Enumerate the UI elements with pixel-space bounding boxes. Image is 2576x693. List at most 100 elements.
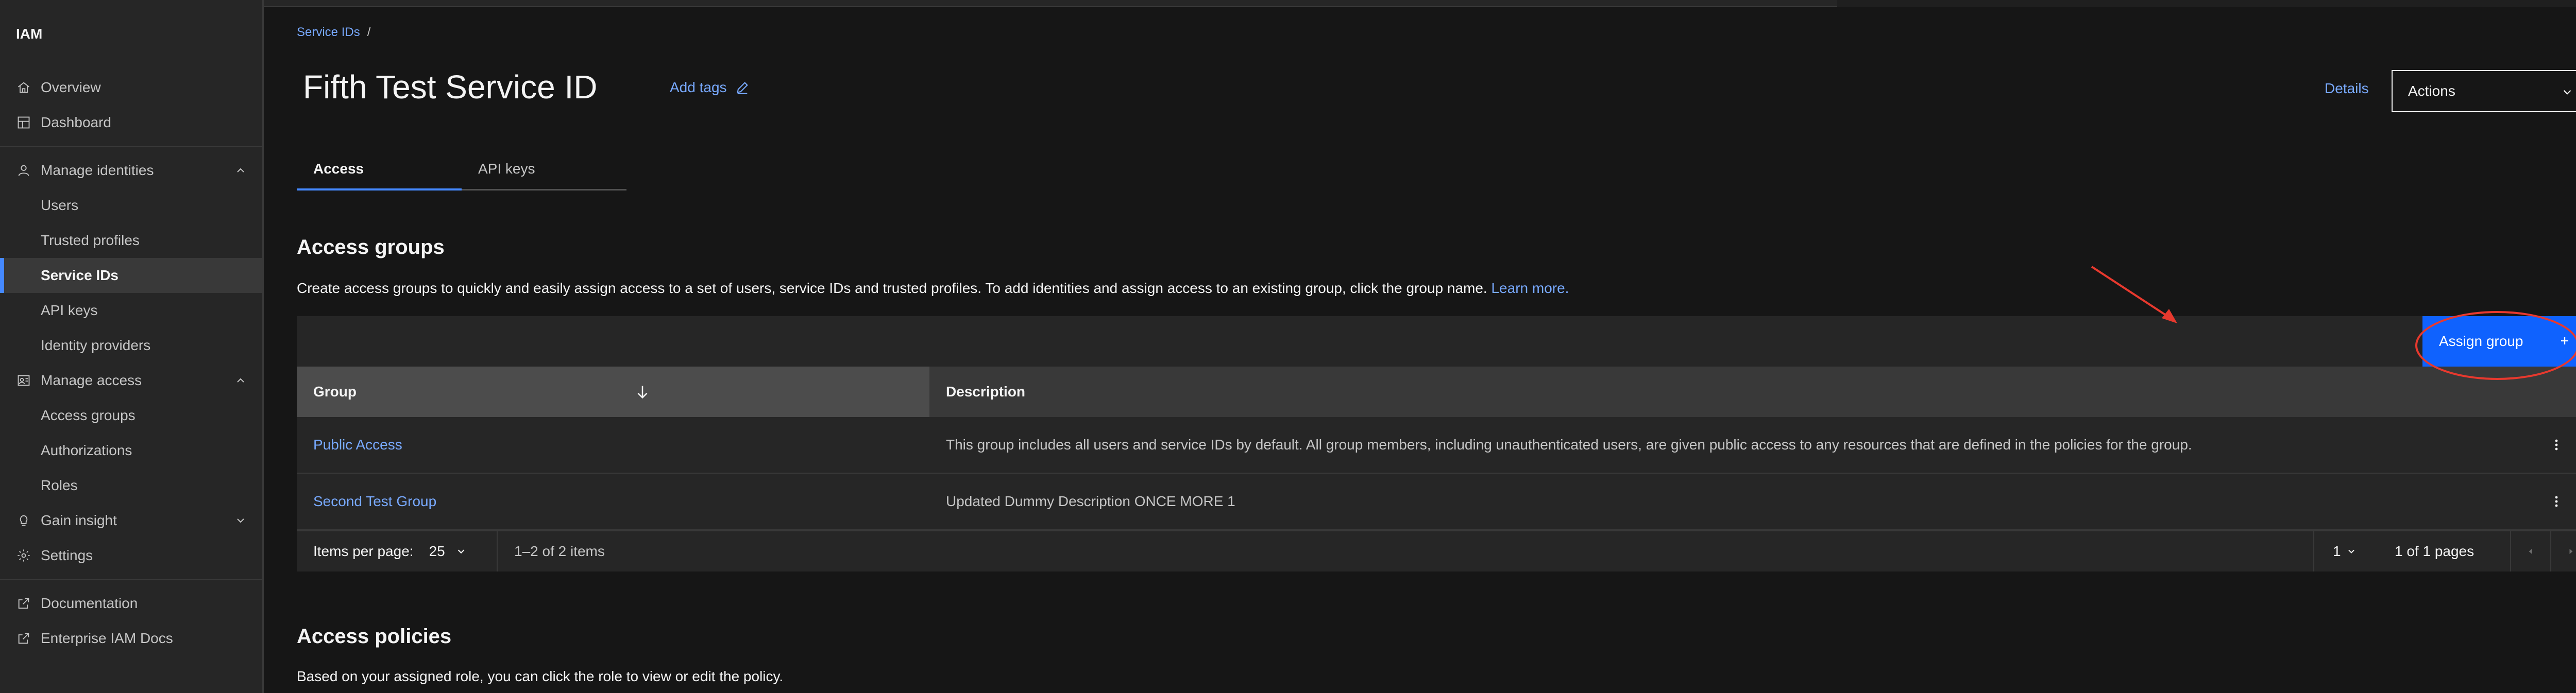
- lightbulb-icon: [16, 513, 31, 528]
- chevron-down-icon: [457, 549, 464, 554]
- sidebar-item-manage-identities[interactable]: Manage identities: [0, 153, 262, 188]
- top-bar: [264, 0, 2576, 7]
- table-row: Second Test Group Updated Dummy Descript…: [297, 474, 2576, 530]
- sidebar-item-authorizations[interactable]: Authorizations: [0, 433, 262, 468]
- external-link-icon: [16, 631, 31, 646]
- access-icon: [16, 373, 31, 388]
- sidebar-item-overview[interactable]: Overview: [0, 70, 262, 105]
- table-toolbar: Assign group: [297, 311, 2576, 380]
- divider: [0, 146, 262, 147]
- overflow-menu-icon[interactable]: [2550, 493, 2563, 510]
- tab-list: Access API keys: [297, 151, 626, 190]
- access-groups-title: Access groups: [297, 236, 445, 258]
- table-row: Public Access This group includes all us…: [297, 417, 2576, 474]
- sidebar-item-api-keys[interactable]: API keys: [0, 293, 262, 328]
- sidebar-item-service-ids[interactable]: Service IDs: [0, 258, 262, 293]
- sidebar-item-documentation[interactable]: Documentation: [0, 586, 262, 621]
- sidebar-item-label: Dashboard: [41, 114, 111, 130]
- chevron-down-icon: [237, 518, 244, 523]
- chevron-up-icon: [237, 378, 244, 383]
- sidebar: IAM Overview Dashboard Manage identities…: [0, 0, 264, 693]
- chevron-down-icon: [2563, 90, 2571, 95]
- pagination: Items per page: 25 1–2 of 2 items 1 1 of…: [297, 530, 2576, 571]
- external-link-icon: [16, 596, 31, 611]
- sort-arrow-down-icon[interactable]: [634, 383, 651, 401]
- assign-group-button[interactable]: Assign group: [2422, 316, 2576, 367]
- add-tags-link[interactable]: Add tags: [670, 79, 750, 96]
- items-per-page: Items per page: 25: [297, 531, 498, 571]
- page-select-value: 1: [2333, 543, 2341, 559]
- sidebar-item-label: Authorizations: [41, 442, 132, 458]
- page-count: 1 of 1 pages: [2395, 543, 2475, 559]
- sidebar-item-identity-providers[interactable]: Identity providers: [0, 328, 262, 363]
- column-header-description: Description: [946, 384, 1026, 400]
- chevron-up-icon: [237, 168, 244, 172]
- sidebar-item-label: Manage access: [41, 372, 142, 388]
- overflow-menu-icon[interactable]: [2550, 437, 2563, 453]
- sidebar-item-label: Identity providers: [41, 337, 151, 353]
- next-page-button[interactable]: [2550, 531, 2576, 571]
- sidebar-item-trusted-profiles[interactable]: Trusted profiles: [0, 223, 262, 258]
- main-content: Service IDs / Fifth Test Service ID Add t…: [264, 7, 2576, 693]
- access-groups-description: Create access groups to quickly and easi…: [297, 280, 1569, 297]
- sidebar-item-label: Trusted profiles: [41, 232, 140, 248]
- sidebar-item-gain-insight[interactable]: Gain insight: [0, 503, 262, 538]
- gear-icon: [16, 548, 31, 563]
- add-tags-label: Add tags: [670, 79, 727, 95]
- divider: [0, 579, 262, 580]
- actions-label: Actions: [2408, 83, 2455, 99]
- breadcrumb-separator: /: [367, 25, 371, 39]
- plus-icon: [2561, 337, 2568, 344]
- access-groups-table: Assign group Group Description Public Ac…: [297, 311, 2576, 571]
- table-header: Group Description: [297, 367, 2576, 417]
- sidebar-item-label: API keys: [41, 302, 98, 318]
- group-link-second-test-group[interactable]: Second Test Group: [313, 493, 436, 510]
- table-cell-description: Updated Dummy Description ONCE MORE 1: [946, 493, 1235, 509]
- access-policies-description: Based on your assigned role, you can cli…: [297, 668, 784, 684]
- sidebar-item-access-groups[interactable]: Access groups: [0, 398, 262, 433]
- previous-page-button[interactable]: [2510, 531, 2550, 571]
- top-bar-right: [1837, 0, 2576, 7]
- sidebar-item-label: Settings: [41, 547, 93, 563]
- sidebar-item-label: Documentation: [41, 595, 138, 611]
- chevron-down-icon: [2348, 549, 2354, 553]
- sidebar-item-label: Roles: [41, 477, 78, 493]
- assign-group-label: Assign group: [2439, 333, 2523, 349]
- sidebar-item-label: Service IDs: [41, 267, 118, 283]
- sidebar-item-settings[interactable]: Settings: [0, 538, 262, 573]
- home-icon: [16, 80, 31, 95]
- actions-dropdown[interactable]: Actions: [2392, 70, 2576, 112]
- breadcrumb: Service IDs /: [297, 25, 370, 40]
- page-select[interactable]: 1: [2313, 531, 2381, 571]
- sidebar-item-label: Gain insight: [41, 512, 117, 528]
- sidebar-item-users[interactable]: Users: [0, 188, 262, 223]
- dashboard-icon: [16, 115, 31, 130]
- items-per-page-value: 25: [429, 543, 445, 559]
- sidebar-brand: IAM: [16, 26, 43, 42]
- tab-api-keys[interactable]: API keys: [462, 151, 626, 190]
- items-per-page-select[interactable]: 25: [429, 543, 467, 560]
- column-header-label: Group: [313, 384, 357, 400]
- sidebar-item-manage-access[interactable]: Manage access: [0, 363, 262, 398]
- sidebar-item-dashboard[interactable]: Dashboard: [0, 105, 262, 140]
- tab-access[interactable]: Access: [297, 151, 462, 190]
- sidebar-item-enterprise-iam-docs[interactable]: Enterprise IAM Docs: [0, 621, 262, 656]
- caret-right-icon: [2569, 549, 2573, 554]
- learn-more-link[interactable]: Learn more.: [1491, 280, 1569, 296]
- pagination-range: 1–2 of 2 items: [514, 543, 605, 559]
- table-cell-group: Public Access: [297, 417, 929, 473]
- group-link-public-access[interactable]: Public Access: [313, 437, 402, 453]
- table-cell-description: This group includes all users and servic…: [946, 437, 2192, 453]
- items-per-page-label: Items per page:: [313, 543, 414, 559]
- sidebar-item-label: Overview: [41, 79, 101, 95]
- sidebar-item-roles[interactable]: Roles: [0, 468, 262, 503]
- column-header-group[interactable]: Group: [297, 367, 929, 417]
- sidebar-nav: Overview Dashboard Manage identities Use…: [0, 70, 262, 656]
- sidebar-item-label: Enterprise IAM Docs: [41, 630, 173, 646]
- breadcrumb-link-service-ids[interactable]: Service IDs: [297, 25, 360, 39]
- details-link[interactable]: Details: [2325, 80, 2369, 97]
- caret-left-icon: [2529, 549, 2532, 554]
- table-cell-group: Second Test Group: [297, 474, 929, 529]
- page-title: Fifth Test Service ID: [303, 68, 598, 106]
- access-groups-description-text: Create access groups to quickly and easi…: [297, 280, 1487, 296]
